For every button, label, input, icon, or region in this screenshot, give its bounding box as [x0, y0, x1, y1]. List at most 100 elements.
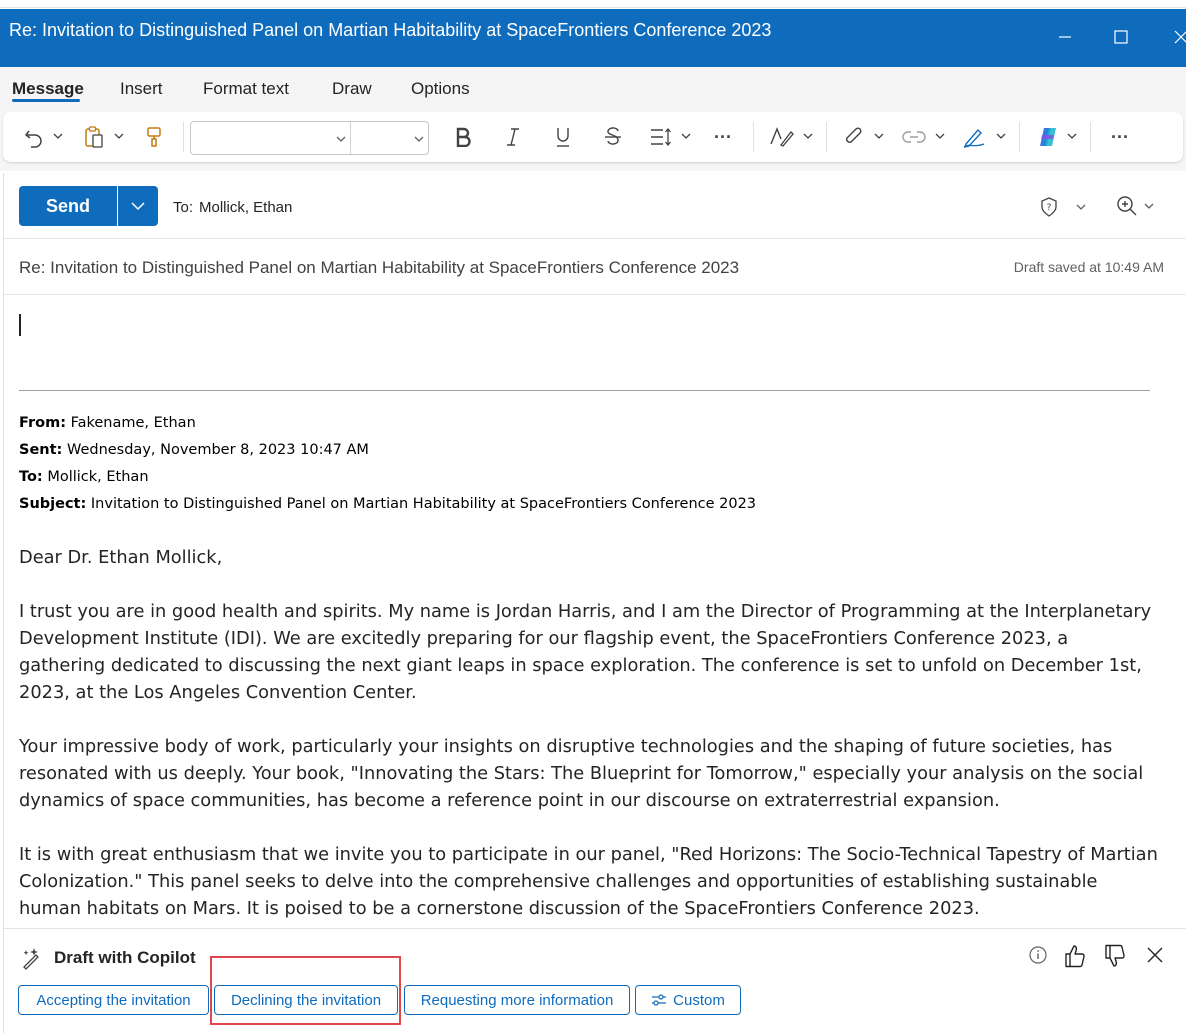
tab-insert[interactable]: Insert [120, 79, 163, 99]
close-window-button[interactable] [1166, 22, 1186, 52]
line-spacing-button[interactable] [648, 124, 674, 150]
tab-format-text[interactable]: Format text [203, 79, 289, 99]
maximize-icon [1114, 30, 1128, 44]
link-icon [902, 131, 926, 143]
chevron-down-icon[interactable] [1067, 131, 1077, 141]
tab-options[interactable]: Options [411, 79, 470, 99]
chevron-down-icon[interactable] [414, 134, 424, 144]
bold-icon [456, 127, 471, 147]
insert-link-button[interactable] [901, 124, 927, 150]
copilot-sparkle-pen-icon [20, 946, 44, 970]
thumbs-down-icon [1105, 944, 1125, 967]
paste-button[interactable] [81, 124, 107, 150]
option-accepting-invitation[interactable]: Accepting the invitation [18, 985, 209, 1015]
option-custom-label: Custom [673, 991, 725, 1009]
window-top-strip [0, 0, 1186, 8]
thumbs-up-icon [1065, 945, 1085, 968]
chevron-down-icon[interactable] [935, 131, 945, 141]
sensitivity-button[interactable]: ? [1040, 197, 1086, 217]
format-painter-button[interactable] [141, 124, 167, 150]
ribbon-toolbar: ··· ··· [3, 112, 1183, 162]
chevron-down-icon[interactable] [803, 131, 813, 141]
toolbar-separator [1019, 122, 1020, 152]
toolbar-separator [826, 122, 827, 152]
chevron-down-icon [131, 202, 145, 211]
maximize-button[interactable] [1106, 22, 1136, 52]
to-recipient[interactable]: Mollick, Ethan [199, 199, 292, 216]
chevron-down-icon[interactable] [336, 134, 346, 144]
compose-pane: Send To: Mollick, Ethan ? Re: Invitation… [3, 173, 1186, 1033]
ribbon-tabs: Message Insert Format text Draw Options [0, 67, 1186, 109]
attach-file-button[interactable] [841, 124, 867, 150]
option-custom[interactable]: Custom [635, 985, 741, 1015]
thumbs-up-button[interactable] [1063, 943, 1087, 969]
draft-status: Draft saved at 10:49 AM [1013, 259, 1164, 275]
signature-pen-icon [963, 128, 985, 148]
clipboard-icon [85, 126, 103, 148]
editor-button[interactable] [769, 124, 795, 150]
close-copilot-button[interactable] [1145, 945, 1165, 965]
svg-text:?: ? [1047, 203, 1052, 213]
info-button[interactable] [1028, 945, 1048, 965]
close-icon [1174, 30, 1186, 44]
subject-divider [4, 294, 1186, 295]
copilot-icon [1040, 128, 1056, 146]
underline-button[interactable] [550, 124, 576, 150]
quoted-to-label: To: [19, 469, 43, 485]
minimize-icon [1059, 36, 1071, 38]
sliders-icon [652, 994, 667, 1006]
bold-button[interactable] [450, 124, 476, 150]
subject-field[interactable]: Re: Invitation to Distinguished Panel on… [19, 258, 739, 278]
chevron-down-icon[interactable] [53, 131, 63, 141]
editor-pen-icon [770, 127, 794, 147]
from-label: From: [19, 415, 66, 431]
font-box-divider [350, 122, 351, 154]
header-divider [4, 238, 1186, 239]
toolbar-separator [183, 122, 184, 152]
text-cursor[interactable] [19, 314, 21, 336]
highlight-box [210, 956, 401, 1025]
send-button[interactable]: Send [19, 186, 117, 226]
sent-label: Sent: [19, 442, 63, 458]
greeting: Dear Dr. Ethan Mollick, [19, 547, 223, 568]
quoted-sent: Sent: Wednesday, November 8, 2023 10:47 … [19, 442, 369, 458]
send-options-button[interactable] [118, 186, 158, 226]
info-icon [1029, 946, 1047, 964]
toolbar-separator [753, 122, 754, 152]
quoted-from: From: Fakename, Ethan [19, 415, 196, 431]
font-selectors [190, 121, 429, 155]
quoted-subject: Subject: Invitation to Distinguished Pan… [19, 496, 756, 512]
strikethrough-icon [605, 127, 621, 145]
chevron-down-icon[interactable] [874, 131, 884, 141]
body-paragraph: Your impressive body of work, particular… [19, 736, 1144, 811]
chevron-down-icon[interactable] [114, 131, 124, 141]
tab-message[interactable]: Message [12, 79, 84, 99]
window-title: Re: Invitation to Distinguished Panel on… [9, 20, 772, 40]
minimize-button[interactable] [1050, 22, 1080, 52]
zoom-button[interactable] [1116, 195, 1154, 217]
title-bar: Re: Invitation to Distinguished Panel on… [0, 0, 1186, 67]
shield-icon: ? [1041, 197, 1057, 217]
chevron-down-icon[interactable] [681, 131, 691, 141]
quoted-to-value: Mollick, Ethan [42, 469, 149, 485]
signature-button[interactable] [961, 124, 987, 150]
chevron-down-icon[interactable] [996, 131, 1006, 141]
copilot-button[interactable] [1035, 124, 1061, 150]
undo-icon [24, 130, 42, 148]
italic-button[interactable] [500, 124, 526, 150]
copilot-title: Draft with Copilot [54, 948, 196, 967]
format-painter-icon [147, 127, 161, 147]
zoom-in-icon [1117, 196, 1137, 216]
body-paragraph: It is with great enthusiasm that we invi… [19, 844, 1158, 919]
quoted-subject-value: Invitation to Distinguished Panel on Mar… [86, 496, 757, 512]
quoted-subject-label: Subject: [19, 496, 87, 512]
option-requesting-more-information[interactable]: Requesting more information [404, 985, 630, 1015]
chevron-down-icon [1144, 203, 1154, 209]
thumbs-down-button[interactable] [1103, 943, 1127, 969]
tab-draw[interactable]: Draw [332, 79, 372, 99]
more-options-button[interactable]: ··· [1107, 124, 1133, 150]
undo-button[interactable] [21, 124, 47, 150]
close-icon [1147, 947, 1163, 963]
more-formatting-button[interactable]: ··· [710, 124, 736, 150]
strikethrough-button[interactable] [600, 124, 626, 150]
